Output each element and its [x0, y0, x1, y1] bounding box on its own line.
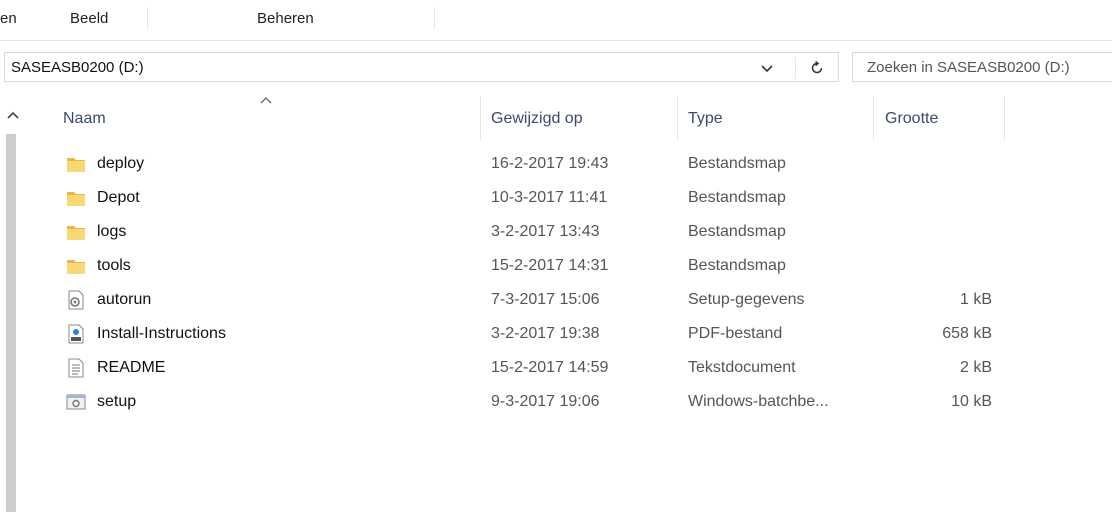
file-row[interactable]: autorun 7-3-2017 15:06 Setup-gegevens 1 …	[54, 283, 1014, 317]
file-row[interactable]: tools 15-2-2017 14:31 Bestandsmap	[54, 249, 1014, 283]
folder-icon	[67, 226, 85, 240]
refresh-icon[interactable]	[808, 59, 826, 77]
column-header-size[interactable]: Grootte	[885, 96, 938, 140]
column-divider[interactable]	[677, 96, 678, 140]
file-size: 1 kB	[959, 291, 992, 308]
column-headers: Naam Gewijzigd op Type Grootte	[0, 96, 1112, 140]
ribbon-tab-partial[interactable]: en	[0, 10, 17, 27]
file-modified: 15-2-2017 14:59	[491, 359, 609, 376]
column-header-name[interactable]: Naam	[63, 96, 106, 140]
file-row[interactable]: logs 3-2-2017 13:43 Bestandsmap	[54, 215, 1014, 249]
search-input[interactable]	[853, 53, 1112, 81]
file-row[interactable]: setup 9-3-2017 19:06 Windows-batchbe... …	[54, 385, 1014, 419]
file-size: 10 kB	[951, 393, 992, 410]
address-bar[interactable]: SASEASB0200 (D:)	[4, 52, 839, 82]
ribbon-tab-beheren[interactable]: Beheren	[257, 10, 314, 27]
file-row[interactable]: Depot 10-3-2017 11:41 Bestandsmap	[54, 181, 1014, 215]
file-name: Depot	[97, 189, 140, 206]
text-file-icon	[68, 358, 84, 378]
ribbon-tab-beeld[interactable]: Beeld	[70, 10, 108, 27]
file-row[interactable]: deploy 16-2-2017 19:43 Bestandsmap	[54, 147, 1014, 181]
file-type: Setup-gegevens	[688, 291, 805, 308]
ribbon-divider	[147, 7, 148, 29]
file-modified: 3-2-2017 13:43	[491, 223, 600, 240]
file-name: tools	[97, 257, 131, 274]
file-modified: 10-3-2017 11:41	[491, 189, 608, 206]
file-row[interactable]: Install-Instructions 3-2-2017 19:38 PDF-…	[54, 317, 1014, 351]
ribbon-divider	[434, 7, 435, 29]
column-divider[interactable]	[1004, 96, 1005, 140]
file-type: Windows-batchbe...	[688, 393, 829, 410]
file-type: Bestandsmap	[688, 189, 786, 206]
file-name: logs	[97, 223, 127, 240]
address-path[interactable]: SASEASB0200 (D:)	[11, 59, 144, 76]
folder-icon	[67, 158, 85, 172]
search-box[interactable]	[852, 52, 1112, 82]
batch-file-icon	[66, 394, 86, 410]
file-type: PDF-bestand	[688, 325, 783, 342]
chevron-down-icon[interactable]	[759, 60, 775, 76]
navigation-scrollbar[interactable]	[6, 134, 16, 512]
file-type: Bestandsmap	[688, 223, 786, 240]
folder-icon	[67, 192, 85, 206]
file-modified: 15-2-2017 14:31	[491, 257, 609, 274]
address-divider	[795, 57, 796, 79]
file-size: 658 kB	[942, 325, 992, 342]
settings-file-icon	[68, 290, 84, 310]
file-name: setup	[97, 393, 137, 410]
column-header-type[interactable]: Type	[688, 96, 723, 140]
file-modified: 7-3-2017 15:06	[491, 291, 600, 308]
file-modified: 3-2-2017 19:38	[491, 325, 600, 342]
file-type: Bestandsmap	[688, 257, 786, 274]
column-divider[interactable]	[480, 96, 481, 140]
file-type: Tekstdocument	[688, 359, 796, 376]
file-name: README	[97, 359, 166, 376]
file-modified: 16-2-2017 19:43	[491, 155, 609, 172]
file-type: Bestandsmap	[688, 155, 786, 172]
ribbon: en Beeld Beheren	[0, 0, 1112, 41]
file-name: autorun	[97, 291, 152, 308]
address-row: SASEASB0200 (D:)	[0, 48, 1112, 88]
pdf-file-icon	[68, 324, 84, 344]
file-row[interactable]: README 15-2-2017 14:59 Tekstdocument 2 k…	[54, 351, 1014, 385]
file-modified: 9-3-2017 19:06	[491, 393, 600, 410]
column-header-modified[interactable]: Gewijzigd op	[491, 96, 583, 140]
file-name: Install-Instructions	[97, 325, 226, 342]
file-name: deploy	[97, 155, 145, 172]
column-divider[interactable]	[873, 96, 874, 140]
sort-ascending-icon	[260, 97, 272, 104]
folder-icon	[67, 260, 85, 274]
file-size: 2 kB	[959, 359, 992, 376]
